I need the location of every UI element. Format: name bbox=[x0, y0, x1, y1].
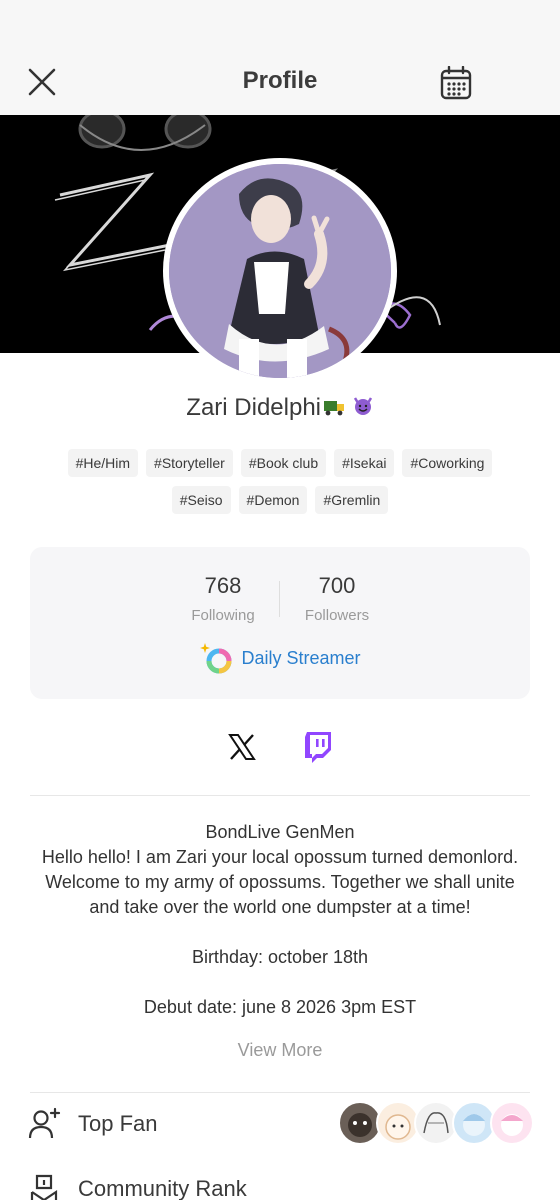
add-user-icon bbox=[24, 1104, 64, 1144]
followers-count: 700 bbox=[318, 573, 356, 598]
following-stat[interactable]: 768 Following bbox=[163, 573, 283, 624]
tag-demon[interactable]: #Demon bbox=[238, 486, 308, 514]
smiling-devil-emoji bbox=[353, 397, 372, 415]
social-links bbox=[0, 727, 560, 767]
daily-streamer-label: Daily Streamer bbox=[241, 647, 361, 668]
fan-avatar[interactable] bbox=[490, 1101, 534, 1145]
tag-he-him[interactable]: #He/Him bbox=[67, 449, 139, 477]
community-rank-label: Community Rank bbox=[78, 1176, 247, 1200]
calendar-button[interactable] bbox=[436, 63, 476, 103]
tag-book-club[interactable]: #Book club bbox=[240, 449, 327, 477]
tag-seiso[interactable]: #Seiso bbox=[171, 486, 231, 514]
garbage-truck-emoji bbox=[324, 400, 345, 416]
twitch-logo-icon bbox=[305, 732, 331, 763]
view-more-button[interactable]: View More bbox=[0, 1040, 560, 1061]
avatar-image bbox=[169, 164, 391, 378]
tag-coworking[interactable]: #Coworking bbox=[402, 449, 493, 477]
page-title: Profile bbox=[242, 67, 318, 94]
display-name: Zari Didelphi bbox=[0, 394, 560, 423]
top-fan-row[interactable]: Top Fan bbox=[24, 1093, 536, 1155]
x-logo-icon bbox=[228, 734, 256, 760]
top-fan-label: Top Fan bbox=[78, 1111, 158, 1136]
profile-avatar[interactable] bbox=[163, 158, 397, 384]
name-emojis bbox=[323, 395, 374, 423]
top-fan-avatars bbox=[338, 1101, 534, 1145]
tag-gremlin[interactable]: #Gremlin bbox=[315, 486, 389, 514]
section-divider bbox=[30, 795, 530, 796]
rank-podium-icon bbox=[24, 1169, 64, 1200]
x-link-button[interactable] bbox=[222, 727, 262, 767]
community-rank-row[interactable]: Community Rank bbox=[24, 1158, 536, 1200]
daily-streamer-badge[interactable]: Daily Streamer bbox=[30, 641, 530, 675]
followers-label: Followers bbox=[304, 607, 370, 624]
display-name-text: Zari Didelphi bbox=[186, 394, 322, 421]
followers-stat[interactable]: 700 Followers bbox=[277, 573, 397, 624]
rainbow-ring-icon bbox=[200, 643, 232, 674]
following-label: Following bbox=[191, 607, 255, 624]
tag-isekai[interactable]: #Isekai bbox=[334, 449, 395, 477]
following-count: 768 bbox=[204, 573, 242, 598]
twitch-link-button[interactable] bbox=[298, 727, 338, 767]
calendar-icon bbox=[440, 66, 472, 100]
top-bar: Profile bbox=[0, 45, 560, 115]
bio-text: BondLive GenMen Hello hello! I am Zari y… bbox=[41, 822, 519, 1017]
tags-row-2: #Seiso #Demon #Gremlin bbox=[30, 486, 530, 514]
tag-storyteller[interactable]: #Storyteller bbox=[146, 449, 233, 477]
tags-row-1: #He/Him #Storyteller #Book club #Isekai … bbox=[30, 449, 530, 477]
stats-card: 768 Following 700 Followers Daily Stream… bbox=[30, 547, 530, 699]
status-bar bbox=[0, 0, 560, 45]
